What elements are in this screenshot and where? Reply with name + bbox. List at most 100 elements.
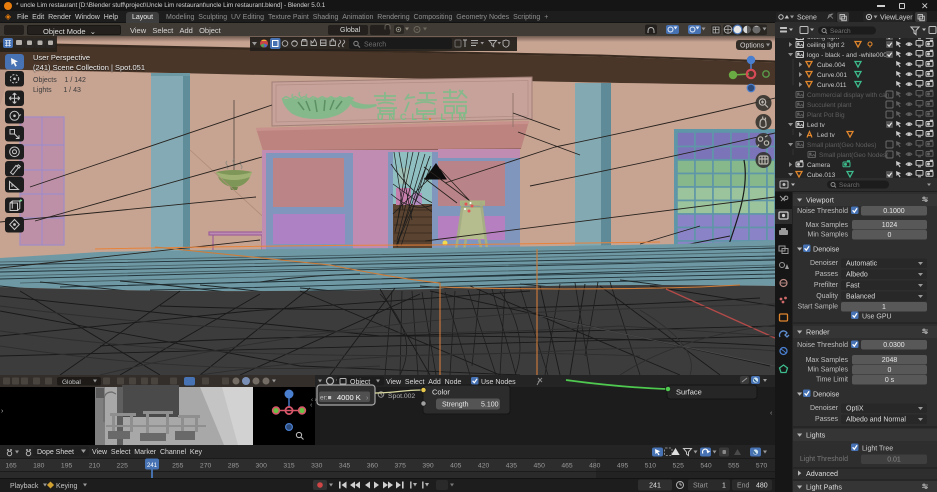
svg-text:570: 570 bbox=[756, 463, 768, 470]
svg-text:View Select Marker Channel: View Select Marker Channel Key bbox=[92, 449, 202, 456]
svg-text:‹ ›: ‹ › bbox=[311, 398, 317, 404]
svg-text:Albedo: Albedo bbox=[846, 272, 868, 279]
svg-text:0: 0 bbox=[888, 367, 892, 374]
svg-text:480: 480 bbox=[756, 483, 768, 490]
svg-text:Camera: Camera bbox=[807, 162, 831, 169]
svg-text:Led tv: Led tv bbox=[817, 132, 835, 139]
svg-text:285: 285 bbox=[228, 463, 240, 470]
svg-text:Dope Sheet: Dope Sheet bbox=[37, 449, 74, 456]
svg-text:241: 241 bbox=[147, 463, 158, 469]
svg-text:555: 555 bbox=[728, 463, 740, 470]
svg-text:Light Threshold: Light Threshold bbox=[800, 456, 848, 463]
svg-text:0.01: 0.01 bbox=[887, 457, 901, 464]
svg-text:241: 241 bbox=[649, 483, 661, 490]
svg-text:Search: Search bbox=[839, 182, 860, 189]
svg-text:Automatic: Automatic bbox=[846, 261, 878, 268]
svg-text:Noise Threshold: Noise Threshold bbox=[797, 342, 848, 349]
svg-text:465: 465 bbox=[561, 463, 573, 470]
svg-text:180: 180 bbox=[33, 463, 45, 470]
svg-text:Commercial display with can: Commercial display with can bbox=[807, 92, 890, 99]
svg-text:Search: Search bbox=[364, 42, 386, 49]
svg-text:Balanced: Balanced bbox=[846, 294, 875, 301]
svg-text:1024: 1024 bbox=[882, 222, 898, 229]
svg-text:Curve.001: Curve.001 bbox=[817, 72, 847, 79]
svg-text:Render: Render bbox=[806, 328, 830, 337]
svg-text:Led tv: Led tv bbox=[807, 122, 825, 129]
svg-text:Min Samples: Min Samples bbox=[808, 367, 849, 374]
svg-text:Denoiser: Denoiser bbox=[810, 260, 839, 267]
svg-text:Spot.002: Spot.002 bbox=[388, 393, 415, 400]
svg-text:345: 345 bbox=[339, 463, 351, 470]
svg-text:495: 495 bbox=[617, 463, 629, 470]
svg-text:Scene: Scene bbox=[797, 15, 817, 22]
svg-text:Passes: Passes bbox=[815, 271, 838, 278]
svg-text:1: 1 bbox=[882, 304, 886, 311]
svg-text:Plant Pot Big: Plant Pot Big bbox=[807, 112, 845, 119]
svg-text:Denoise: Denoise bbox=[813, 390, 839, 399]
svg-text:Playback: Playback bbox=[10, 483, 39, 490]
svg-text:225: 225 bbox=[117, 463, 129, 470]
svg-text:Small plant(Geo Nodes(_: Small plant(Geo Nodes(_ bbox=[819, 152, 892, 159]
svg-text:Strength: Strength bbox=[442, 402, 469, 409]
svg-text:540: 540 bbox=[700, 463, 712, 470]
svg-text:195: 195 bbox=[61, 463, 73, 470]
svg-text:510: 510 bbox=[645, 463, 657, 470]
svg-text:0.1000: 0.1000 bbox=[883, 208, 905, 215]
svg-text:165: 165 bbox=[5, 463, 17, 470]
svg-text:Small plant(Geo Nodes): Small plant(Geo Nodes) bbox=[807, 142, 876, 149]
svg-text:255: 255 bbox=[172, 463, 184, 470]
svg-text:405: 405 bbox=[450, 463, 462, 470]
svg-text:Denoise: Denoise bbox=[813, 245, 839, 254]
svg-text:Denoiser: Denoiser bbox=[810, 405, 839, 412]
svg-text:Max Samples: Max Samples bbox=[806, 357, 849, 364]
svg-text:4000 K: 4000 K bbox=[337, 393, 361, 402]
svg-text:330: 330 bbox=[311, 463, 323, 470]
svg-text:390: 390 bbox=[422, 463, 434, 470]
svg-text:270: 270 bbox=[200, 463, 212, 470]
svg-text:Succulent plant: Succulent plant bbox=[807, 102, 852, 109]
svg-text:Time Limit: Time Limit bbox=[816, 377, 848, 384]
svg-text:300: 300 bbox=[256, 463, 268, 470]
svg-text:Start Sample: Start Sample bbox=[798, 304, 839, 311]
svg-text:Cube.004: Cube.004 bbox=[817, 62, 846, 69]
svg-text:360: 360 bbox=[367, 463, 379, 470]
svg-text:ViewLayer: ViewLayer bbox=[880, 15, 913, 22]
svg-text:Min Samples: Min Samples bbox=[808, 232, 849, 239]
svg-text:ceiling light 2: ceiling light 2 bbox=[807, 42, 845, 49]
svg-text:Quality: Quality bbox=[816, 293, 838, 300]
svg-text:Noise Threshold: Noise Threshold bbox=[797, 208, 848, 215]
svg-text:Light Paths: Light Paths bbox=[806, 483, 842, 492]
svg-text:1: 1 bbox=[722, 483, 726, 490]
svg-text:Options: Options bbox=[740, 43, 765, 50]
svg-text:375: 375 bbox=[395, 463, 407, 470]
svg-text:2048: 2048 bbox=[882, 357, 898, 364]
svg-text:Passes: Passes bbox=[815, 416, 838, 423]
svg-text:Light Tree: Light Tree bbox=[862, 446, 893, 453]
svg-text:OptiX: OptiX bbox=[846, 406, 864, 413]
svg-text:UNCLE LIM: UNCLE LIM bbox=[377, 112, 471, 122]
svg-text:Fast: Fast bbox=[846, 283, 860, 290]
svg-text:480: 480 bbox=[589, 463, 601, 470]
svg-text:5.100: 5.100 bbox=[481, 402, 499, 409]
svg-text:er:■: er:■ bbox=[320, 395, 332, 402]
svg-text:Search: Search bbox=[830, 28, 851, 35]
svg-text:Surface: Surface bbox=[676, 388, 702, 397]
svg-text:0 s: 0 s bbox=[885, 377, 895, 384]
svg-text:450: 450 bbox=[534, 463, 546, 470]
svg-text:0: 0 bbox=[888, 232, 892, 239]
svg-text:End: End bbox=[737, 483, 750, 490]
svg-text:Prefilter: Prefilter bbox=[814, 282, 839, 289]
svg-text:Global: Global bbox=[62, 379, 81, 386]
svg-text:Use GPU: Use GPU bbox=[862, 314, 892, 321]
svg-text:Max Samples: Max Samples bbox=[806, 222, 849, 229]
svg-text:Advanced: Advanced bbox=[806, 469, 838, 478]
svg-text:0.0300: 0.0300 bbox=[883, 342, 905, 349]
svg-text:420: 420 bbox=[478, 463, 490, 470]
svg-text:Albedo and Normal: Albedo and Normal bbox=[846, 417, 906, 424]
svg-text:Lights: Lights bbox=[806, 431, 826, 440]
svg-text:Start: Start bbox=[693, 483, 708, 490]
svg-text:210: 210 bbox=[89, 463, 101, 470]
svg-text:logo - black - and -white000: logo - black - and -white000 bbox=[807, 52, 887, 59]
svg-text:315: 315 bbox=[283, 463, 295, 470]
svg-text:Keying: Keying bbox=[56, 483, 78, 490]
